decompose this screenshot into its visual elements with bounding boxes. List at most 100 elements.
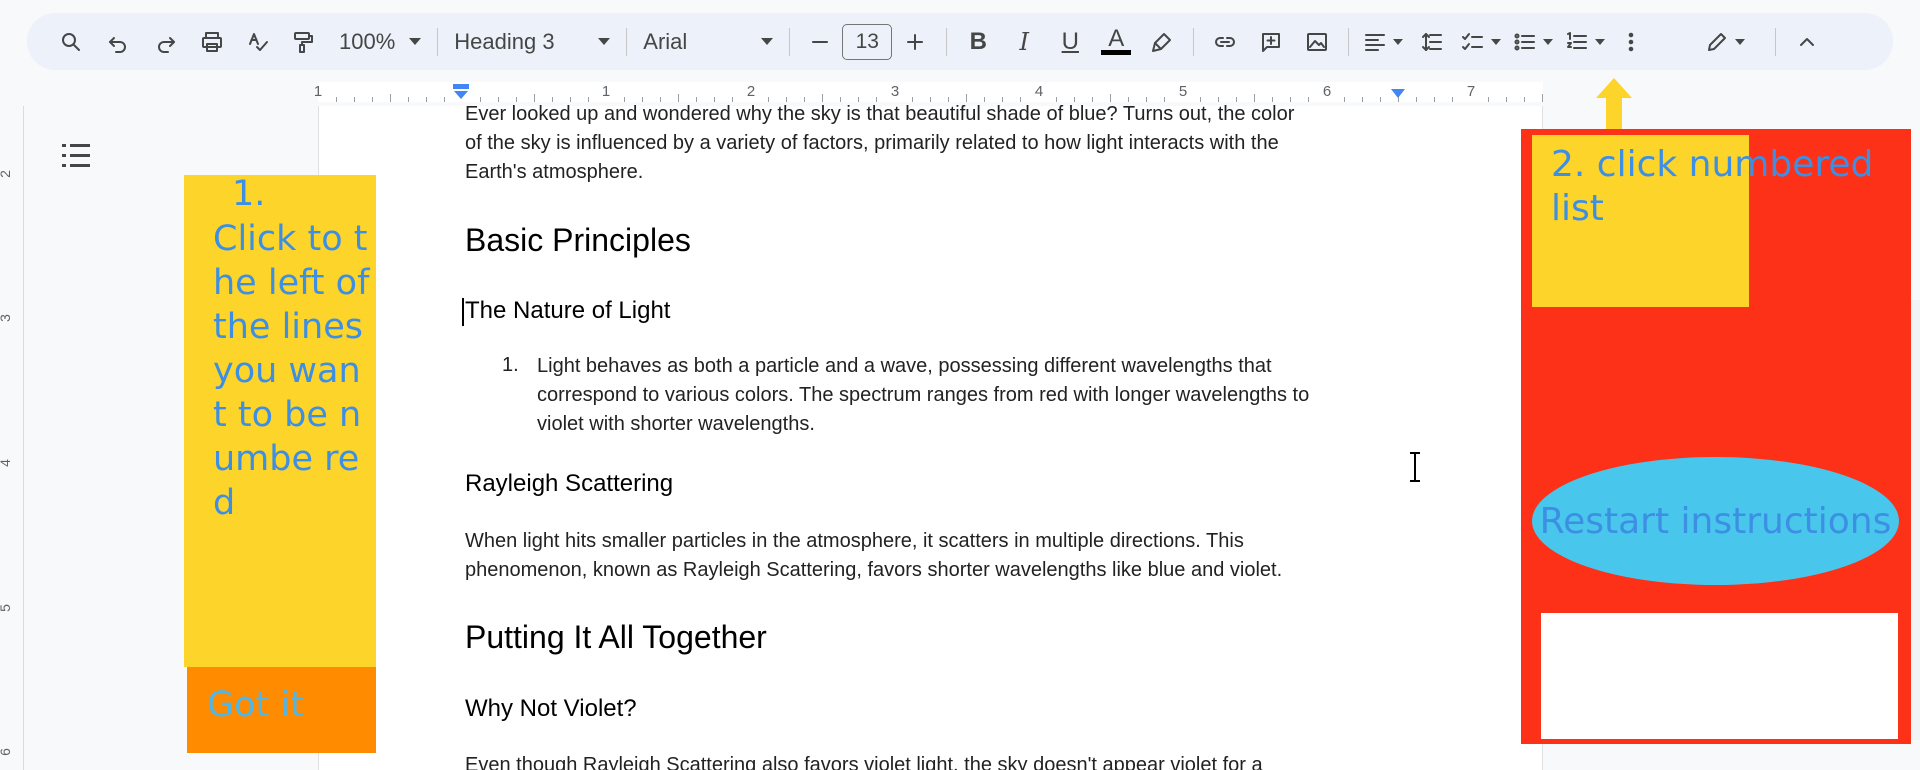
ruler-tick [372, 97, 373, 102]
increase-font-size-button[interactable] [892, 22, 938, 62]
ruler-tick [1416, 97, 1417, 102]
toolbar-divider [626, 27, 628, 56]
outline-icon-line [70, 164, 90, 167]
highlighter-icon [1152, 32, 1172, 52]
hide-menus-button[interactable] [1784, 22, 1830, 62]
line-spacing-button[interactable] [1409, 22, 1455, 62]
search-menus-button[interactable] [49, 22, 93, 62]
got-it-button[interactable]: Got it [187, 667, 376, 753]
align-left-icon [1365, 33, 1386, 51]
insert-link-button[interactable] [1202, 22, 1248, 62]
toolbar-divider [1348, 27, 1350, 56]
intro-line: Ever looked up and wondered why the sky … [465, 103, 1295, 125]
paragraph-style-select[interactable]: Heading 3 [446, 22, 618, 62]
outline-icon [62, 144, 66, 147]
intro-line: Earth's atmosphere. [465, 161, 644, 183]
add-comment-button[interactable] [1248, 22, 1294, 62]
ruler-number: 2 [746, 83, 756, 100]
ruler-tick [408, 97, 409, 102]
checklist-icon [1462, 32, 1484, 50]
ruler-tick [1308, 97, 1309, 102]
document-outline-button[interactable] [62, 144, 90, 168]
underline-button[interactable]: U [1047, 22, 1093, 62]
undo-button[interactable] [93, 22, 143, 62]
vertical-ruler[interactable]: 2 3 4 5 6 [0, 106, 24, 770]
restart-instructions-button[interactable]: Restart instructions [1532, 457, 1899, 585]
ruler-number: 1 [313, 83, 323, 100]
undo-icon [109, 36, 126, 53]
checklist-button[interactable] [1455, 22, 1507, 62]
chevron-down-icon [761, 38, 774, 45]
text-color-swatch [1101, 50, 1132, 55]
italic-button[interactable]: I [1001, 22, 1047, 62]
insert-image-button[interactable] [1294, 22, 1340, 62]
instruction-panel-step2: 2. click numbered list Restart instructi… [1521, 129, 1911, 744]
ibeam-cursor-icon [1410, 452, 1420, 482]
violet-line: Even though Rayleigh Scattering also fav… [465, 754, 1263, 770]
step2-text: 2. click numbered list [1551, 144, 1874, 229]
heading-putting-together: Putting It All Together [465, 619, 767, 655]
zoom-value: 100% [339, 28, 396, 54]
intro-line: of the sky is influenced by a variety of… [465, 132, 1279, 154]
italic-icon: I [1019, 27, 1030, 56]
ruler-tick [336, 97, 337, 102]
ruler-number: 1 [601, 83, 611, 100]
ruler-tick [426, 97, 427, 102]
line-spacing-icon [1422, 32, 1443, 51]
editing-mode-button[interactable] [1695, 22, 1755, 62]
heading-basic-principles: Basic Principles [465, 222, 691, 258]
chevron-down-icon [1735, 38, 1746, 45]
paint-format-icon [294, 31, 313, 53]
text-color-button[interactable]: A [1093, 22, 1139, 62]
side-panel-edge [1911, 300, 1920, 740]
right-indent-marker[interactable] [1389, 88, 1407, 102]
ruler-tick [1506, 97, 1507, 102]
panel-blank-area [1541, 613, 1898, 739]
font-size-input[interactable]: 13 [842, 23, 893, 60]
bold-button[interactable]: B [955, 22, 1001, 62]
step1-number: 1. [232, 174, 266, 214]
spellcheck-button[interactable] [235, 22, 281, 62]
outline-icon-line [70, 154, 90, 157]
outline-icon-line [62, 164, 66, 167]
align-button[interactable] [1357, 22, 1409, 62]
bulleted-list-button[interactable] [1507, 22, 1559, 62]
minus-icon [812, 40, 829, 43]
chevron-down-icon [1595, 38, 1606, 45]
vruler-number: 3 [0, 314, 13, 322]
decrease-font-size-button[interactable] [798, 22, 842, 62]
more-options-button[interactable] [1611, 22, 1651, 62]
instruction-tip-step1: 1. Click to the left of the lines you wa… [184, 174, 376, 667]
search-icon [62, 32, 80, 51]
numbered-list-button[interactable] [1559, 22, 1611, 62]
heading-rayleigh: Rayleigh Scattering [465, 470, 674, 497]
zoom-select[interactable]: 100% [331, 22, 429, 62]
chevron-down-icon [409, 38, 422, 45]
chevron-down-icon [1543, 38, 1554, 45]
bulleted-list-icon [1514, 33, 1536, 50]
print-button[interactable] [189, 22, 235, 62]
underline-icon: U [1061, 27, 1079, 55]
paint-format-button[interactable] [281, 22, 325, 62]
ruler-tick [1452, 97, 1453, 102]
step1-text: Click to the left of the lines you want … [213, 219, 370, 523]
ruler-tick [354, 97, 355, 102]
paragraph-style-value: Heading 3 [454, 28, 555, 54]
heading-why-not-violet: Why Not Violet? [465, 695, 637, 722]
chevron-down-icon [1393, 38, 1404, 45]
toolbar-divider [1775, 27, 1777, 56]
redo-button[interactable] [143, 22, 189, 62]
ruler-tick [1488, 97, 1489, 102]
text-cursor [462, 298, 464, 326]
ruler-number: 7 [1466, 83, 1476, 100]
arrow-up-icon [1596, 78, 1632, 132]
heading-nature-of-light: The Nature of Light [465, 297, 671, 324]
document-page[interactable]: Ever looked up and wondered why the sky … [318, 103, 1543, 770]
font-family-select[interactable]: Arial [635, 22, 781, 62]
highlight-color-button[interactable] [1139, 22, 1185, 62]
outline-icon-line [62, 154, 66, 157]
ruler-number: 4 [1034, 83, 1044, 100]
chevron-down-icon [1491, 38, 1502, 45]
rayleigh-line: When light hits smaller particles in the… [465, 530, 1244, 552]
numbered-list-icon [1567, 31, 1588, 49]
